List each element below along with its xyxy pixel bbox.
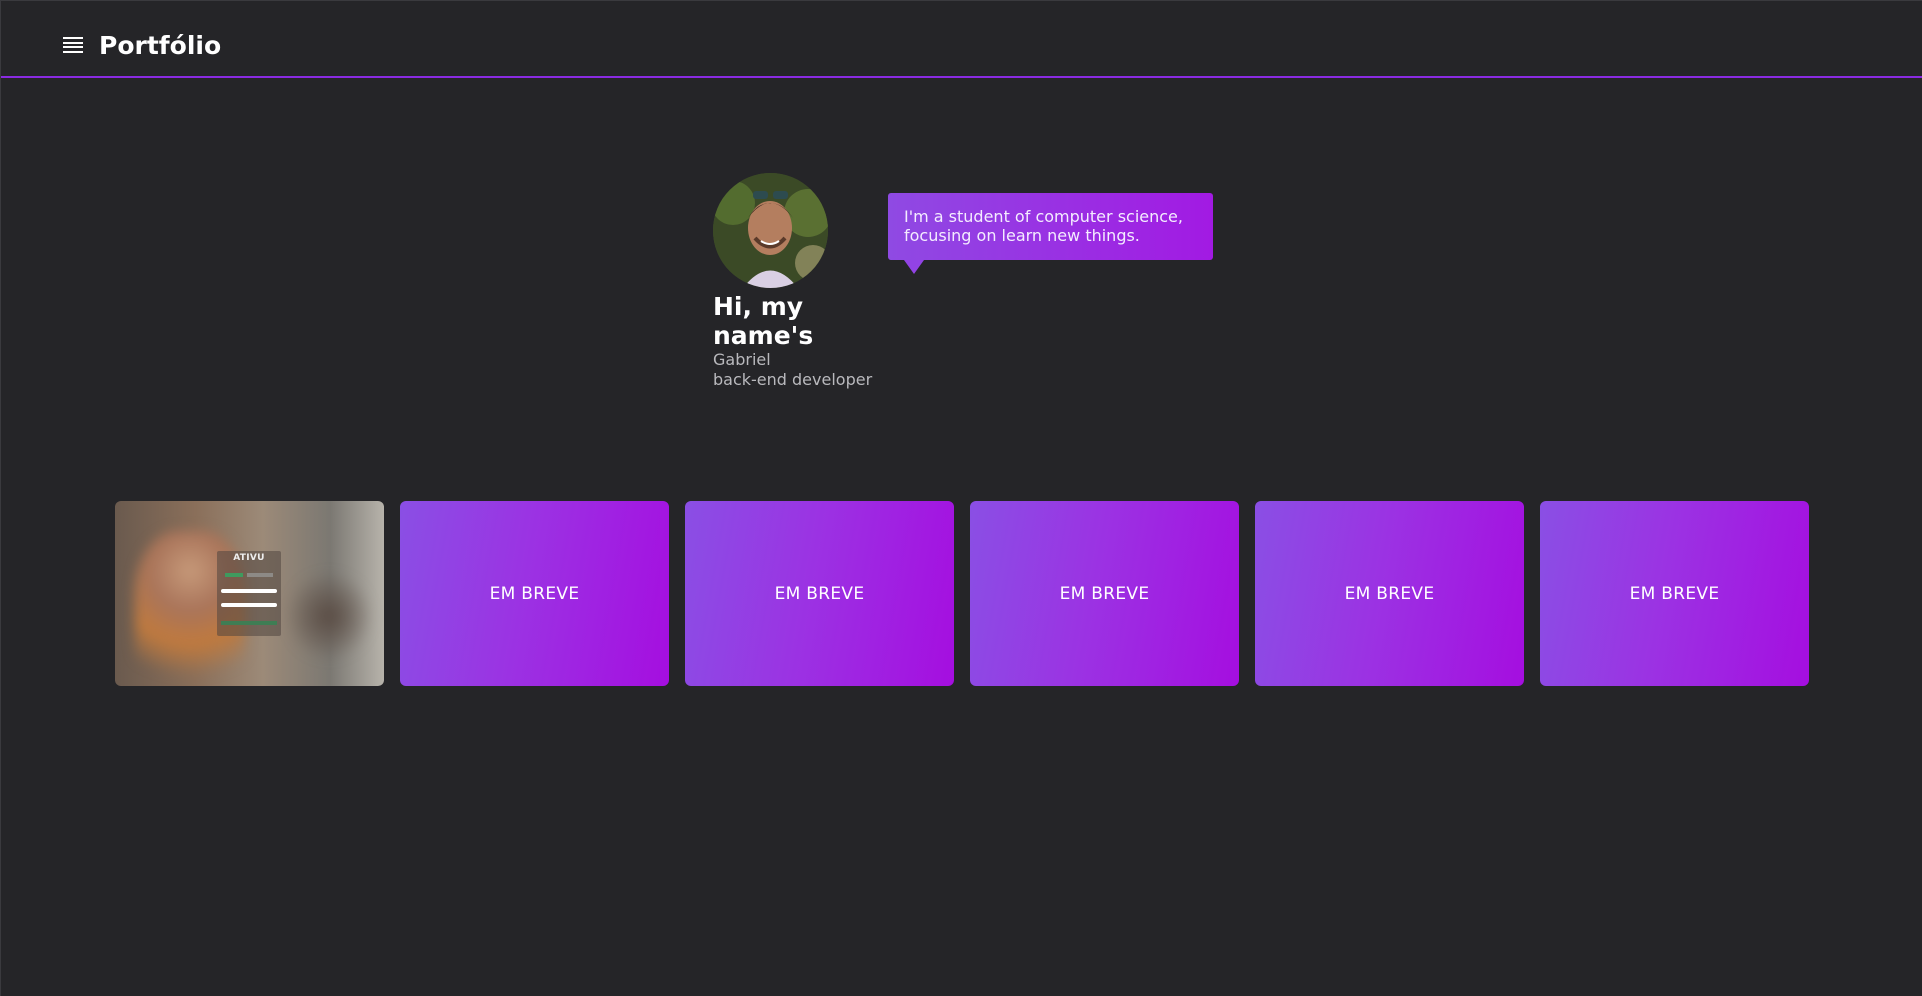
project-card-coming-soon[interactable]: EM BREVE xyxy=(1255,501,1524,686)
speech-bubble-tail xyxy=(904,260,924,274)
preview-submit-button xyxy=(221,621,277,625)
preview-password-field xyxy=(221,603,277,607)
page: Portfólio Hi, my name's Gabriel back-end… xyxy=(0,0,1922,996)
profile-name: Gabriel xyxy=(713,350,771,369)
greeting-heading: Hi, my name's xyxy=(713,292,814,350)
project-card-preview[interactable]: ATIVU xyxy=(115,501,384,686)
hamburger-menu-icon[interactable] xyxy=(63,37,83,55)
page-title: Portfólio xyxy=(99,31,222,60)
card-label: EM BREVE xyxy=(774,583,865,604)
card-label: EM BREVE xyxy=(489,583,580,604)
preview-logo: ATIVU xyxy=(233,553,265,563)
card-label: EM BREVE xyxy=(1059,583,1150,604)
profile-photo-icon xyxy=(713,173,828,288)
intro-text: I'm a student of computer science, focus… xyxy=(904,207,1183,245)
avatar xyxy=(713,173,828,288)
project-card-coming-soon[interactable]: EM BREVE xyxy=(685,501,954,686)
profile-section: Hi, my name's Gabriel back-end developer xyxy=(713,173,872,390)
preview-login-form: ATIVU xyxy=(217,551,281,636)
top-bar: Portfólio xyxy=(1,1,1922,78)
project-card-coming-soon[interactable]: EM BREVE xyxy=(1540,501,1809,686)
profile-role: back-end developer xyxy=(713,370,873,389)
preview-email-field xyxy=(221,589,277,593)
project-card-coming-soon[interactable]: EM BREVE xyxy=(970,501,1239,686)
preview-tab-inactive xyxy=(247,573,273,577)
projects-row: ATIVU EM BREVE EM BREVE EM BREVE EM BREV… xyxy=(115,501,1809,686)
intro-speech-bubble: I'm a student of computer science, focus… xyxy=(888,193,1213,274)
card-label: EM BREVE xyxy=(1344,583,1435,604)
preview-background-people xyxy=(284,571,374,661)
card-label: EM BREVE xyxy=(1629,583,1720,604)
preview-tab-active xyxy=(225,573,243,577)
project-card-coming-soon[interactable]: EM BREVE xyxy=(400,501,669,686)
